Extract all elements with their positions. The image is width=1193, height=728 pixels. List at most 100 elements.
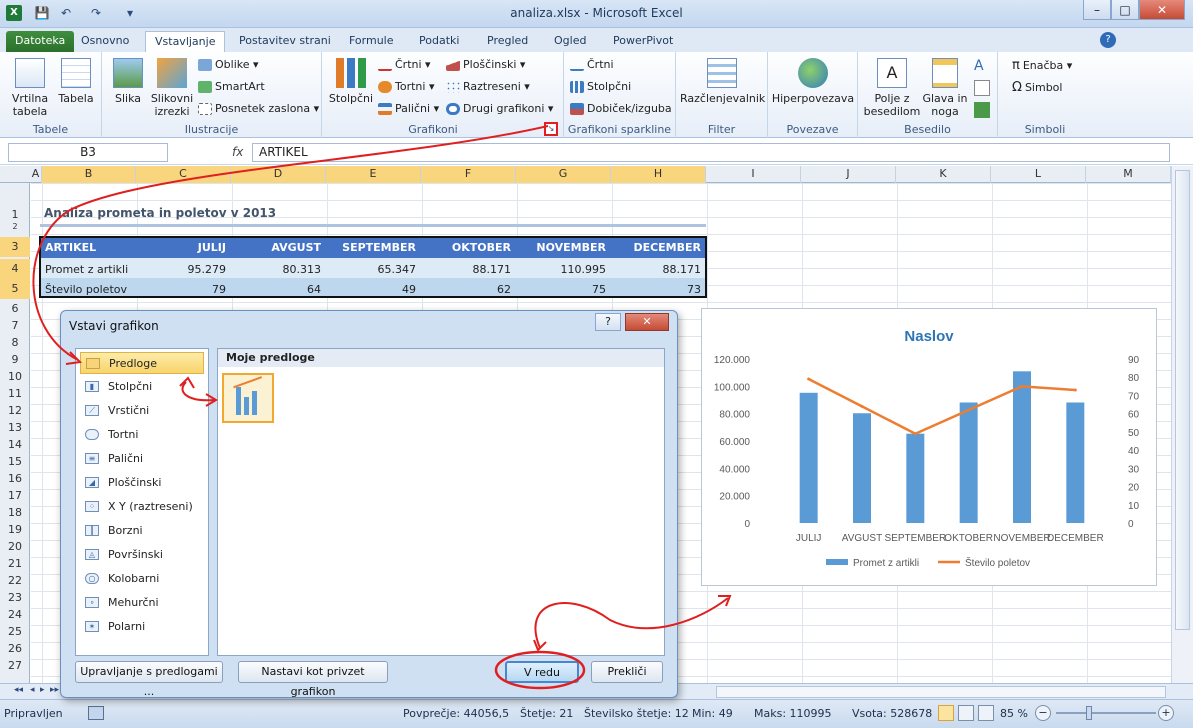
category-povrsinski[interactable]: ◬ Površinski — [80, 544, 204, 566]
header-cell[interactable]: ARTIKEL — [41, 238, 100, 258]
symbol-button[interactable]: Ω Simbol — [1012, 80, 1062, 95]
column-header[interactable]: K — [896, 166, 991, 183]
page-break-icon[interactable] — [978, 705, 994, 721]
zoom-slider[interactable] — [1056, 712, 1156, 714]
next-sheet-icon[interactable]: ▸ — [40, 685, 45, 695]
object-icon[interactable] — [974, 102, 990, 118]
bar-chart-button[interactable]: Palični ▾ — [378, 102, 439, 115]
row-header[interactable]: 12 — [0, 402, 30, 419]
hyperlink-button[interactable]: Hiperpovezava — [770, 58, 856, 105]
table-button[interactable]: Tabela — [56, 58, 96, 105]
zoom-out-icon[interactable]: − — [1035, 705, 1051, 721]
category-predloge[interactable]: Predloge — [80, 352, 204, 374]
column-header[interactable]: B — [42, 166, 136, 183]
equation-button[interactable]: π Enačba ▾ — [1012, 58, 1072, 73]
column-chart-button[interactable]: Stolpčni — [328, 58, 374, 105]
cancel-button[interactable]: Prekliči — [591, 661, 663, 683]
tab-pregled[interactable]: Pregled — [478, 31, 537, 52]
zoom-slider-thumb[interactable] — [1086, 706, 1092, 720]
value-cell[interactable]: 73 — [610, 280, 705, 300]
category-borzni[interactable]: ┃ Borzni — [80, 520, 204, 542]
column-header[interactable]: G — [516, 166, 611, 183]
tab-osnovno[interactable]: Osnovno — [72, 31, 138, 52]
row-header[interactable]: 8 — [0, 334, 30, 351]
value-cell[interactable]: 49 — [325, 280, 420, 300]
row-header[interactable]: 25 — [0, 623, 30, 640]
screenshot-button[interactable]: Posnetek zaslona ▾ — [198, 102, 319, 115]
close-button[interactable]: ✕ — [1139, 0, 1185, 20]
value-cell[interactable]: 110.995 — [515, 260, 610, 280]
value-cell[interactable]: 95.279 — [135, 260, 230, 280]
header-cell[interactable]: OKTOBER — [420, 238, 515, 258]
row-header[interactable]: 15 — [0, 453, 30, 470]
value-cell[interactable]: 88.171 — [610, 260, 705, 280]
column-header[interactable]: I — [706, 166, 801, 183]
textbox-button[interactable]: A Polje z besedilom — [862, 58, 922, 118]
category-mehurcni[interactable]: ∘ Mehurčni — [80, 592, 204, 614]
tab-ogled[interactable]: Ogled — [545, 31, 595, 52]
row-header[interactable]: 17 — [0, 487, 30, 504]
tab-formule[interactable]: Formule — [340, 31, 403, 52]
column-header[interactable]: J — [801, 166, 896, 183]
row-header[interactable]: 13 — [0, 419, 30, 436]
embedded-chart[interactable]: Naslov 0 20.000 40.000 60.000 80.000 100.000 12… — [701, 308, 1157, 586]
value-cell[interactable]: 80.313 — [230, 260, 325, 280]
data-table[interactable]: ARTIKEL JULIJ AVGUST SEPTEMBER OKTOBER N… — [39, 236, 707, 298]
signature-line-icon[interactable] — [974, 80, 990, 96]
prev-sheet-icon[interactable]: ◂ — [30, 685, 35, 695]
row-header[interactable]: 6 — [0, 300, 30, 317]
row-header[interactable]: 20 — [0, 538, 30, 555]
smartart-button[interactable]: SmartArt — [198, 80, 265, 93]
tab-podatki[interactable]: Podatki — [410, 31, 468, 52]
ok-button[interactable]: V redu — [505, 661, 579, 683]
value-cell[interactable]: 75 — [515, 280, 610, 300]
category-xy-raztreseni[interactable]: ⁘ X Y (raztreseni) — [80, 496, 204, 518]
value-cell[interactable]: 62 — [420, 280, 515, 300]
row-header[interactable]: 14 — [0, 436, 30, 453]
row-header[interactable]: 5 — [0, 279, 30, 299]
zoom-in-icon[interactable]: + — [1158, 705, 1174, 721]
sparkline-column-button[interactable]: Stolpčni — [570, 80, 631, 93]
category-stolpcni[interactable]: ▮ Stolpčni — [80, 376, 204, 398]
vertical-scrollbar[interactable] — [1171, 166, 1193, 683]
slicer-button[interactable]: Razčlenjevalnik — [680, 58, 765, 105]
fx-icon[interactable]: fx — [232, 145, 243, 159]
chart-dialog-launcher[interactable]: ↘ — [544, 122, 558, 136]
macro-record-icon[interactable] — [88, 706, 104, 720]
sparkline-line-button[interactable]: Črtni — [570, 58, 614, 71]
header-cell[interactable]: JULIJ — [135, 238, 230, 258]
zoom-level[interactable]: 85 % — [1000, 707, 1028, 720]
column-header[interactable]: F — [421, 166, 516, 183]
row-header[interactable]: 2 — [0, 223, 30, 231]
column-header[interactable]: A — [30, 166, 42, 183]
last-sheet-icon[interactable]: ▸▸ — [50, 685, 59, 695]
row-header[interactable]: 11 — [0, 385, 30, 402]
row-header[interactable]: 7 — [0, 317, 30, 334]
category-palicni[interactable]: ≡ Palični — [80, 448, 204, 470]
first-sheet-icon[interactable]: ◂◂ — [14, 685, 23, 695]
line-chart-button[interactable]: Črtni ▾ — [378, 58, 431, 71]
row-header[interactable]: 26 — [0, 640, 30, 657]
value-cell[interactable]: 88.171 — [420, 260, 515, 280]
dialog-help-button[interactable]: ? — [595, 313, 621, 331]
column-header[interactable]: H — [611, 166, 706, 183]
row-header[interactable]: 19 — [0, 521, 30, 538]
row-header[interactable]: 24 — [0, 606, 30, 623]
row-header[interactable]: 21 — [0, 555, 30, 572]
row-header[interactable]: 27 — [0, 657, 30, 674]
row-label-cell[interactable]: Število poletov — [41, 280, 131, 300]
clipart-button[interactable]: Slikovni izrezki — [150, 58, 194, 118]
value-cell[interactable]: 64 — [230, 280, 325, 300]
tab-powerpivot[interactable]: PowerPivot — [604, 31, 682, 52]
row-header[interactable]: 22 — [0, 572, 30, 589]
row-label-cell[interactable]: Promet z artikli — [41, 260, 132, 280]
shapes-button[interactable]: Oblike ▾ — [198, 58, 259, 71]
set-default-chart-button[interactable]: Nastavi kot privzet grafikon — [238, 661, 388, 698]
sparkline-winloss-button[interactable]: Dobiček/izguba — [570, 102, 672, 115]
row-header[interactable]: 1 — [0, 207, 30, 223]
maximize-button[interactable]: □ — [1111, 0, 1139, 20]
header-footer-button[interactable]: Glava in noga — [920, 58, 970, 118]
header-cell[interactable]: NOVEMBER — [515, 238, 610, 258]
template-thumbnail[interactable] — [222, 373, 274, 423]
category-tortni[interactable]: Tortni — [80, 424, 204, 446]
